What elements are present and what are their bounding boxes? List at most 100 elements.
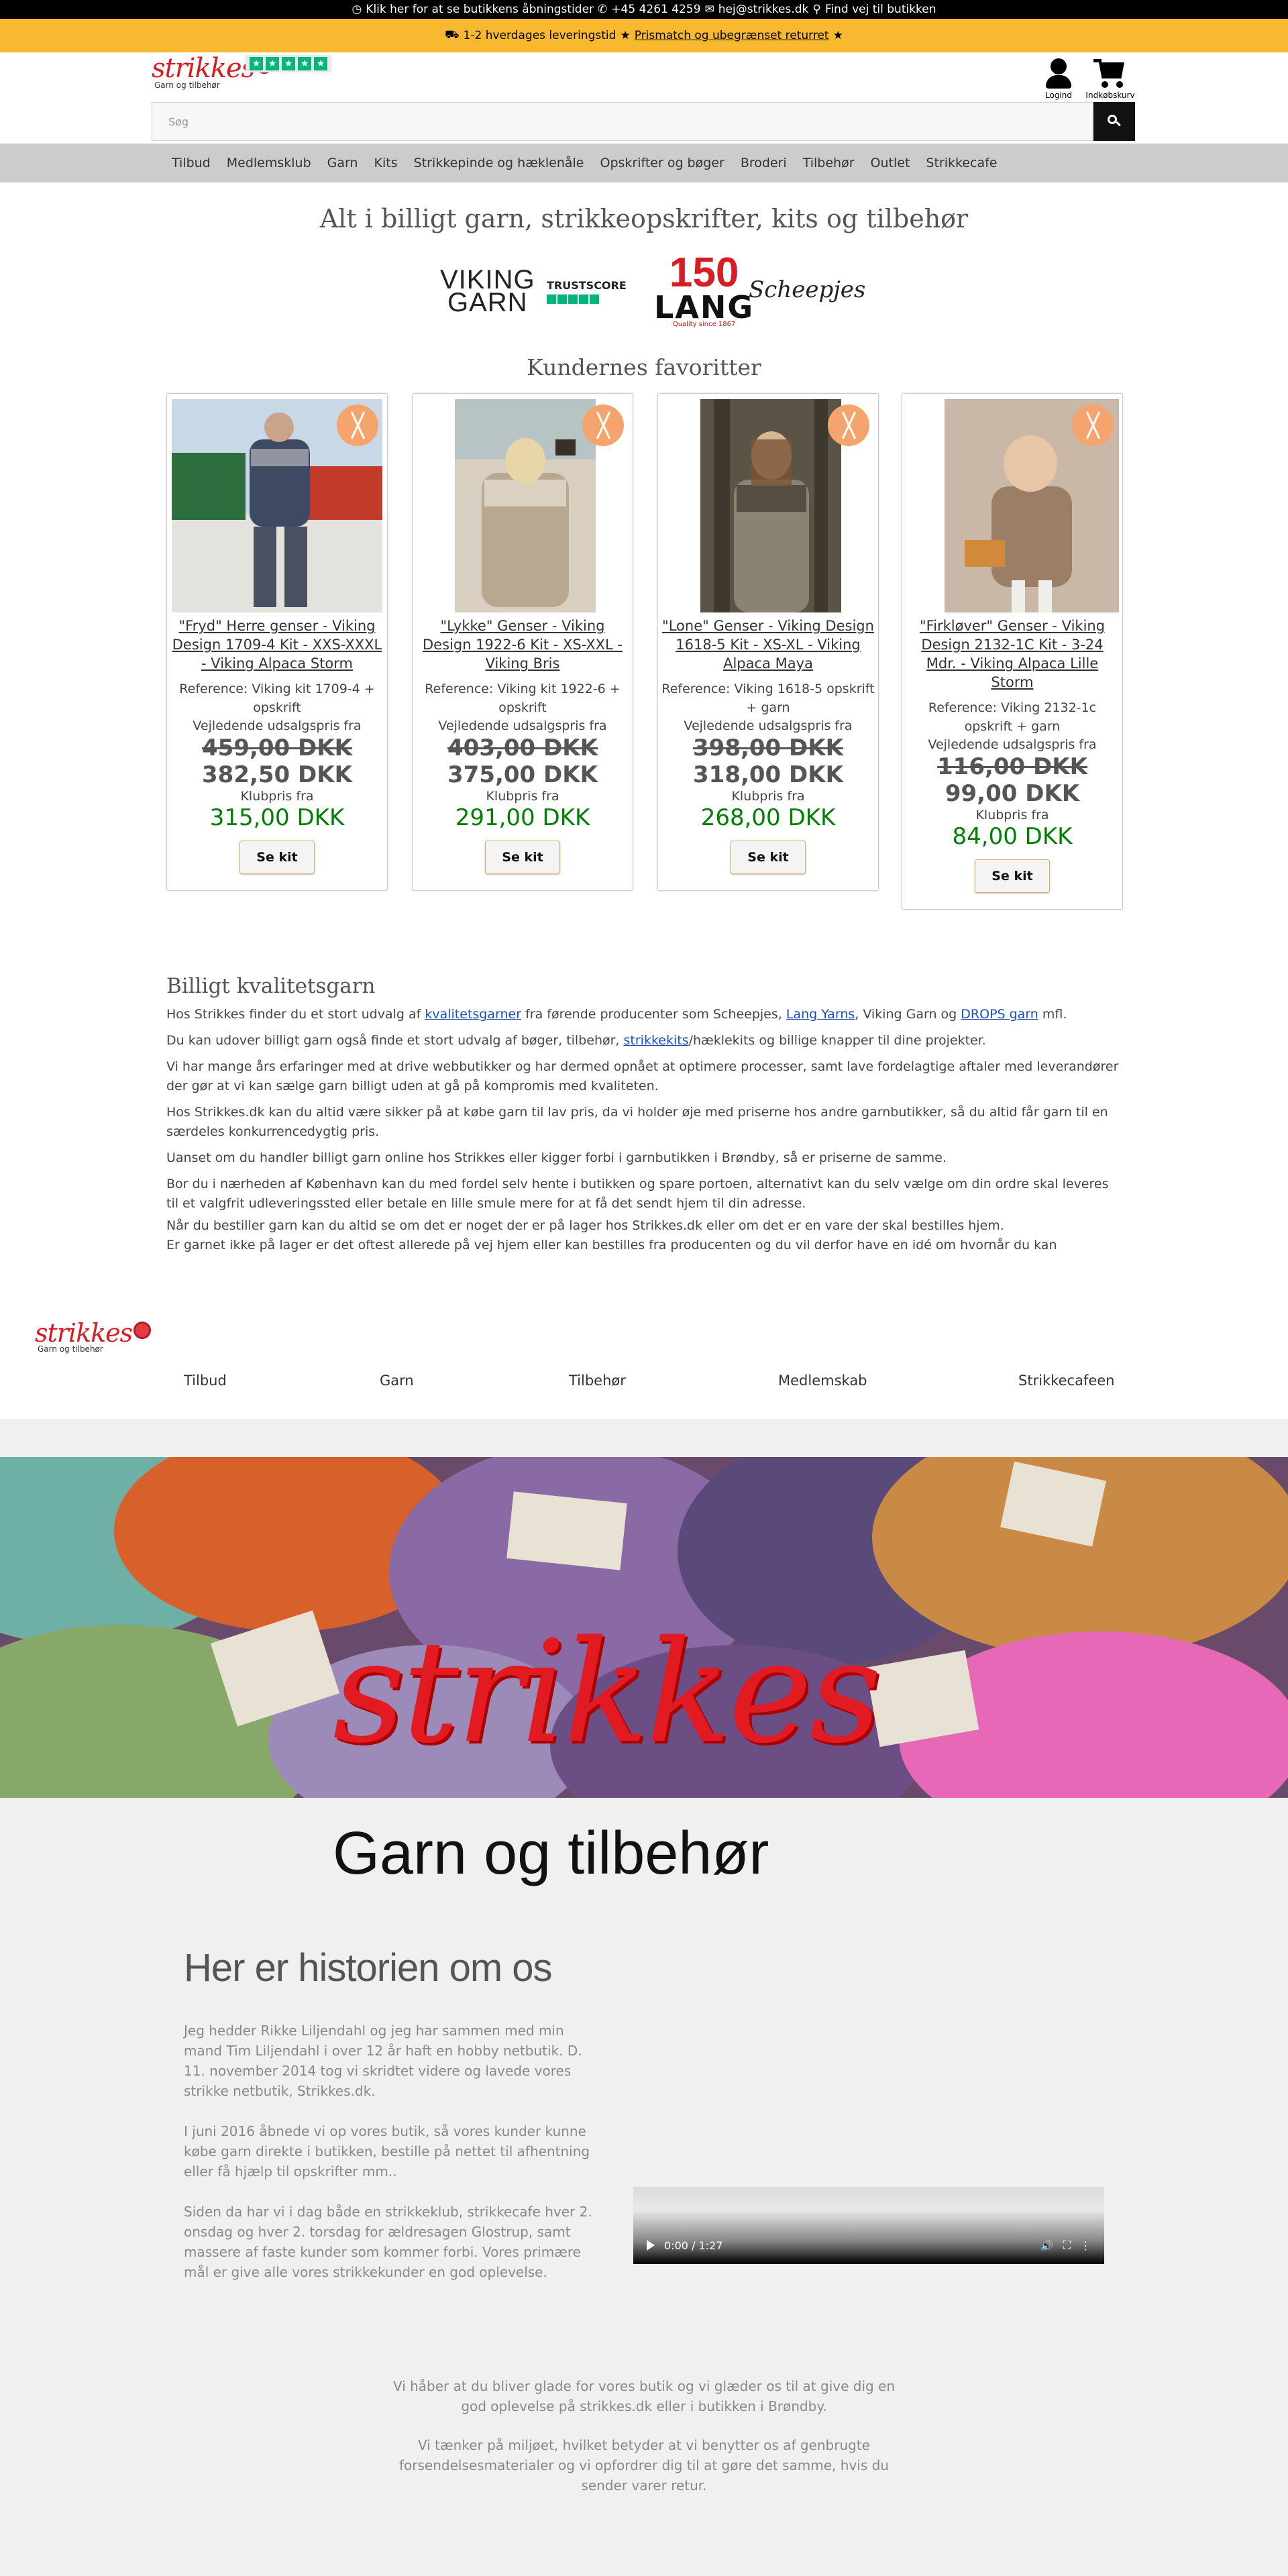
price: 382,50 DKK	[202, 761, 352, 788]
trustpilot-rating[interactable]: ★ ★ ★ ★ ★	[246, 55, 331, 72]
strikkekits-link[interactable]: strikkekits	[624, 1033, 689, 1048]
price: 375,00 DKK	[447, 761, 598, 788]
play-icon[interactable]	[647, 2240, 655, 2251]
product-card: "Lone" Genser - Viking Design 1618-5 Kit…	[657, 393, 879, 891]
rrp-label: Vejledende udsalgspris fra	[928, 737, 1097, 752]
cart-label: Indkøbskurv	[1085, 91, 1135, 100]
old-price: 403,00 DKK	[447, 735, 598, 761]
product-image[interactable]	[172, 399, 382, 612]
nav-item-kits[interactable]: Kits	[366, 156, 406, 170]
trustscore-text: TRUSTSCORE	[547, 279, 627, 292]
quality-paragraph: Er garnet ikke på lager er det oftest al…	[166, 1238, 1057, 1252]
product-title-link[interactable]: "Lone" Genser - Viking Design 1618-5 Kit…	[658, 612, 878, 673]
search-placeholder: Søg	[168, 115, 189, 128]
cart-button[interactable]: Indkøbskurv	[1083, 57, 1138, 100]
club-price: 268,00 DKK	[700, 804, 836, 831]
product-reference: Reference: Viking 2132-1c opskrift + gar…	[928, 700, 1097, 734]
login-button[interactable]: Logind	[1043, 57, 1074, 100]
brand-logos: VIKING GARN TRUSTSCORE 150 LANG Quality sin…	[0, 252, 1288, 338]
about-logo-wordmark: strikkes	[35, 1318, 133, 1348]
nav-item-strikkecafe[interactable]: Strikkecafe	[918, 156, 1005, 170]
lang-yarns-link[interactable]: Lang Yarns	[786, 1007, 855, 1022]
shopping-cart-icon	[1093, 57, 1127, 91]
club-label: Klubpris fra	[486, 789, 559, 804]
quality-paragraph: Når du bestiller garn kan du altid se om…	[166, 1218, 1004, 1233]
main-page-frame: ◷ Klik her for at se butikkens åbningsti…	[0, 0, 1288, 1288]
see-kit-button[interactable]: Se kit	[239, 841, 315, 874]
nav-item-opskrifter[interactable]: Opskrifter og bøger	[592, 156, 732, 170]
search-icon	[1108, 115, 1121, 128]
rrp-label: Vejledende udsalgspris fra	[193, 718, 362, 733]
lang-yarns-logo[interactable]: 150 LANG Quality since 1867	[654, 252, 755, 329]
hero-wordmark: strikkes	[333, 1610, 881, 1774]
lang-word-text: LANG	[654, 289, 755, 325]
video-player[interactable]: 0:00 / 1:27 🔊 ⛶ ⋮	[633, 2187, 1104, 2264]
more-options-icon[interactable]: ⋮	[1080, 2239, 1091, 2252]
club-price: 315,00 DKK	[209, 804, 345, 831]
product-image[interactable]	[907, 399, 1119, 612]
video-time: 0:00 / 1:27	[664, 2239, 723, 2252]
price: 99,00 DKK	[945, 780, 1080, 807]
nav-item-tilbehor[interactable]: Tilbehør	[795, 156, 863, 170]
product-title-link[interactable]: "Firkløver" Genser - Viking Design 2132-…	[902, 612, 1122, 692]
kit-badge-icon	[828, 405, 869, 446]
story-paragraph: Jeg hedder Rikke Liljendahl og jeg har s…	[184, 2023, 582, 2099]
see-kit-button[interactable]: Se kit	[975, 859, 1050, 893]
rating-star-icon: ★	[266, 57, 279, 70]
nav-item-medlemsklub[interactable]: Medlemsklub	[219, 156, 319, 170]
kvalitetsgarner-link[interactable]: kvalitetsgarner	[425, 1007, 521, 1022]
product-reference: Reference: Viking kit 1922-6 + opskrift	[425, 682, 621, 715]
viking-garn-logo[interactable]: VIKING GARN	[440, 266, 535, 316]
logo-wordmark: strikkes	[152, 53, 255, 84]
quality-heading: Billigt kvalitetsgarn	[166, 974, 376, 998]
kit-badge-icon	[1072, 405, 1114, 446]
club-price: 291,00 DKK	[455, 804, 590, 831]
about-nav-garn[interactable]: Garn	[380, 1373, 414, 1389]
product-image[interactable]	[417, 399, 628, 612]
story-heading: Her er historien om os	[184, 1946, 553, 1990]
favorites-heading: Kundernes favoritter	[527, 354, 761, 380]
product-card: "Fryd" Herre genser - Viking Design 1709…	[166, 393, 388, 891]
product-photo-woman-sweater	[700, 399, 841, 612]
product-title-link[interactable]: "Lykke" Genser - Viking Design 1922-6 Ki…	[413, 612, 633, 673]
product-grid: "Fryd" Herre genser - Viking Design 1709…	[0, 384, 1288, 941]
yarn-ball-icon	[133, 1322, 152, 1339]
volume-icon[interactable]: 🔊	[1040, 2239, 1054, 2252]
login-label: Logind	[1045, 91, 1072, 100]
video-controls: 0:00 / 1:27 🔊 ⛶ ⋮	[633, 2239, 1104, 2252]
see-kit-button[interactable]: Se kit	[731, 841, 806, 874]
drops-garn-link[interactable]: DROPS garn	[961, 1007, 1038, 1022]
rrp-label: Vejledende udsalgspris fra	[438, 718, 607, 733]
about-nav-medlemskab[interactable]: Medlemskab	[778, 1373, 867, 1389]
about-nav-tilbehor[interactable]: Tilbehør	[569, 1373, 626, 1389]
scheepjes-logo[interactable]: Scheepjes	[749, 276, 865, 303]
about-nav-strikkecafeen[interactable]: Strikkecafeen	[1018, 1373, 1114, 1389]
nav-item-broderi[interactable]: Broderi	[733, 156, 795, 170]
closing-paragraph: Vi tænker på miljøet, hvilket betyder at…	[399, 2437, 889, 2493]
see-kit-button[interactable]: Se kit	[485, 841, 560, 874]
rating-star-icon: ★	[298, 57, 311, 70]
search-input[interactable]: Søg	[152, 102, 1093, 141]
nav-item-garn[interactable]: Garn	[319, 156, 366, 170]
site-header: strikkes Garn og tilbehør ★ ★ ★ ★ ★ Logi…	[0, 0, 1288, 154]
nav-item-tilbud[interactable]: Tilbud	[164, 156, 219, 170]
story-paragraph: I juni 2016 åbnede vi op vores butik, så…	[184, 2123, 590, 2180]
club-label: Klubpris fra	[240, 789, 314, 804]
rating-star-icon: ★	[314, 57, 327, 70]
about-logo[interactable]: strikkes Garn og tilbehør	[35, 1318, 152, 1354]
search-button[interactable]	[1093, 102, 1135, 141]
fullscreen-icon[interactable]: ⛶	[1063, 2239, 1071, 2252]
nav-item-strikkepinde[interactable]: Strikkepinde og hæklenåle	[406, 156, 592, 170]
product-title-link[interactable]: "Fryd" Herre genser - Viking Design 1709…	[167, 612, 387, 673]
quality-paragraph: Hos Strikkes finder du et stort udvalg a…	[166, 1007, 1067, 1022]
old-price: 398,00 DKK	[693, 735, 843, 761]
nav-item-outlet[interactable]: Outlet	[863, 156, 918, 170]
product-image[interactable]	[663, 399, 873, 612]
user-icon	[1043, 57, 1074, 91]
kit-badge-icon	[582, 405, 624, 446]
kit-badge-icon	[337, 405, 378, 446]
club-label: Klubpris fra	[975, 808, 1049, 822]
about-nav-tilbud[interactable]: Tilbud	[184, 1373, 227, 1389]
trustscore-logo[interactable]: TRUSTSCORE	[547, 279, 627, 304]
quality-paragraph: Bor du i nærheden af København kan du me…	[166, 1177, 1109, 1211]
